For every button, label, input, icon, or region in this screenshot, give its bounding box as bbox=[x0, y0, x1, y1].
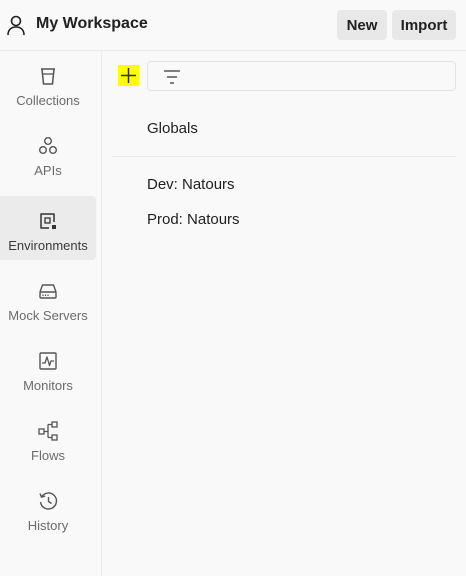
add-environment-button[interactable] bbox=[118, 65, 139, 86]
sidebar-item-label: Collections bbox=[16, 93, 80, 108]
sidebar-item-mock-servers[interactable]: Mock Servers bbox=[0, 266, 96, 330]
sidebar-item-label: Flows bbox=[31, 448, 65, 463]
sidebar-item-apis[interactable]: APIs bbox=[0, 121, 96, 185]
sidebar-item-collections[interactable]: Collections bbox=[0, 51, 96, 115]
plus-icon bbox=[121, 68, 136, 83]
flows-icon bbox=[38, 421, 58, 441]
workspace-title[interactable]: My Workspace bbox=[36, 15, 148, 33]
globals-item[interactable]: Globals bbox=[147, 120, 198, 137]
sidebar-item-environments[interactable]: Environments bbox=[0, 196, 96, 260]
sidebar-item-flows[interactable]: Flows bbox=[0, 406, 96, 470]
monitor-pulse-icon bbox=[39, 352, 57, 370]
app-window: My Workspace New Import Collections APIs bbox=[0, 0, 466, 576]
new-button[interactable]: New bbox=[337, 10, 387, 40]
filter-icon bbox=[164, 70, 180, 84]
sidebar: Collections APIs Environments Mock Serve… bbox=[0, 51, 102, 576]
environment-item-dev[interactable]: Dev: Natours bbox=[147, 176, 235, 193]
environment-icon bbox=[40, 213, 56, 229]
divider bbox=[112, 156, 456, 157]
sidebar-item-label: APIs bbox=[34, 163, 62, 178]
trash-bin-icon bbox=[41, 68, 55, 85]
sidebar-item-monitors[interactable]: Monitors bbox=[0, 336, 96, 400]
sidebar-item-label: History bbox=[27, 518, 69, 533]
api-nodes-icon bbox=[39, 137, 57, 154]
sidebar-item-history[interactable]: History bbox=[0, 476, 96, 540]
user-icon bbox=[7, 15, 25, 36]
server-icon bbox=[39, 284, 57, 299]
import-button[interactable]: Import bbox=[392, 10, 456, 40]
environments-panel: Globals Dev: Natours Prod: Natours bbox=[102, 51, 466, 576]
filter-input[interactable] bbox=[147, 61, 456, 91]
history-icon bbox=[39, 492, 58, 510]
sidebar-item-label: Monitors bbox=[23, 378, 73, 393]
workspace-header: My Workspace New Import bbox=[0, 0, 466, 51]
environment-item-prod[interactable]: Prod: Natours bbox=[147, 211, 240, 228]
sidebar-item-label: Environments bbox=[8, 238, 88, 253]
sidebar-item-label: Mock Servers bbox=[8, 308, 88, 323]
